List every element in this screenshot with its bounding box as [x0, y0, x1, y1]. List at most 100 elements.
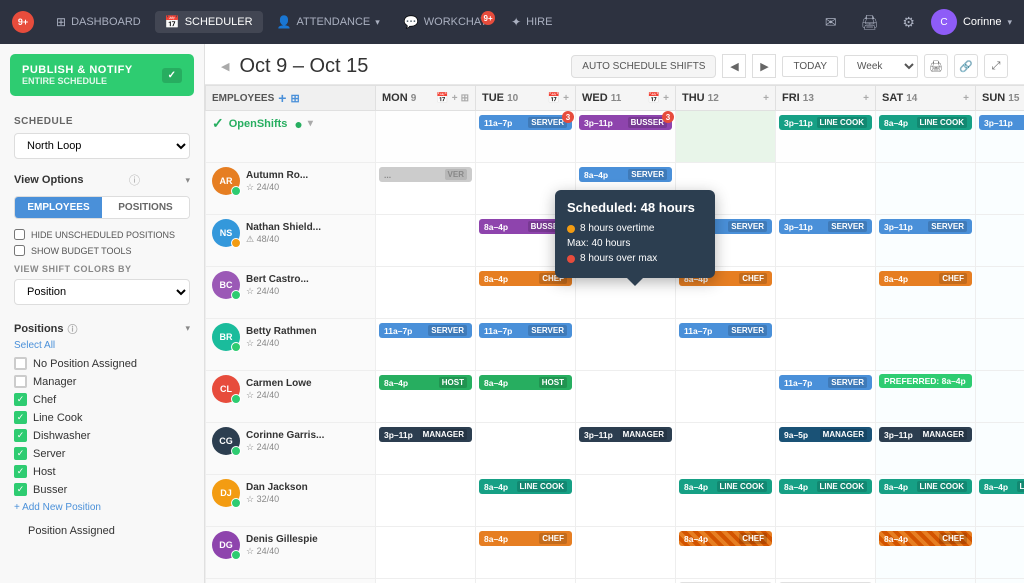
pos-checkbox-host[interactable]: ✓	[14, 465, 27, 478]
nav-workchat[interactable]: 💬 WORKCHAT 9+	[394, 11, 497, 33]
bert-mon[interactable]	[376, 267, 476, 319]
tue-calendar-icon[interactable]: 📅	[548, 93, 560, 104]
pos-checkbox-busser[interactable]: ✓	[14, 483, 27, 496]
mon-add-icon[interactable]: +	[452, 93, 458, 104]
shift-block[interactable]: 8a–4p SERVER	[579, 167, 672, 182]
view-options-header[interactable]: View Options ⓘ ▾	[0, 164, 204, 196]
open-shifts-tue[interactable]: 11a–7p SERVER 3	[476, 111, 576, 163]
autumn-sun[interactable]	[976, 163, 1024, 215]
pos-checkbox-chef[interactable]: ✓	[14, 393, 27, 406]
shift-block-tooltip-target[interactable]: 9a–5p MANAGER	[779, 427, 872, 442]
autumn-mon[interactable]: ... VER	[376, 163, 476, 215]
autumn-sat[interactable]	[876, 163, 976, 215]
auto-schedule-button[interactable]: AUTO SCHEDULE SHIFTS	[571, 55, 716, 78]
shift-block[interactable]: 11a–7p SERVER 3	[479, 115, 572, 130]
link-icon-button[interactable]: 🔗	[954, 54, 978, 78]
dan-sun[interactable]: 8a–4p LINE COOK	[976, 475, 1024, 527]
shift-block[interactable]: 8a–4p LINE COOK	[979, 479, 1024, 494]
bert-sat[interactable]: 8a–4p CHEF	[876, 267, 976, 319]
shift-block[interactable]: ... VER	[379, 167, 472, 182]
corinne-wed[interactable]: 3p–11p MANAGER	[576, 423, 676, 475]
corinne-thu[interactable]	[676, 423, 776, 475]
corinne-mon[interactable]: 3p–11p MANAGER	[376, 423, 476, 475]
open-shifts-chevron[interactable]: ▾	[308, 118, 313, 129]
carmen-fri[interactable]: 11a–7p SERVER	[776, 371, 876, 423]
betty-sat[interactable]	[876, 319, 976, 371]
shift-block[interactable]: 3p–11p MANAGER	[379, 427, 472, 442]
hide-unscheduled-checkbox[interactable]	[14, 229, 25, 240]
shift-block[interactable]: 8a–4p LINE COOK	[679, 479, 772, 494]
dan-sat[interactable]: 8a–4p LINE COOK	[876, 475, 976, 527]
mon-calendar-icon[interactable]: 📅	[436, 93, 448, 104]
select-all[interactable]: Select All	[14, 340, 190, 351]
nathan-fri[interactable]: 3p–11p SERVER	[776, 215, 876, 267]
corinne-tue[interactable]	[476, 423, 576, 475]
shift-block[interactable]: 8a–4p CHEF	[679, 531, 772, 546]
mon-grid-icon[interactable]: ⊞	[461, 93, 469, 104]
shift-block[interactable]: 3p–11p SERVER 2	[979, 115, 1024, 130]
betty-sun[interactable]	[976, 319, 1024, 371]
dan-mon[interactable]	[376, 475, 476, 527]
eddie-tue[interactable]: 3p–11p MANAGER	[476, 579, 576, 583]
eddie-sat[interactable]	[876, 579, 976, 583]
pos-checkbox-linecook[interactable]: ✓	[14, 411, 27, 424]
shift-block[interactable]: 8a–4p LINE COOK	[779, 479, 872, 494]
shift-block[interactable]: 11a–7p SERVER	[479, 323, 572, 338]
nathan-sat[interactable]: 3p–11p SERVER	[876, 215, 976, 267]
carmen-thu[interactable]	[676, 371, 776, 423]
shift-block[interactable]: 8a–4p CHEF	[879, 531, 972, 546]
betty-mon[interactable]: 11a–7p SERVER	[376, 319, 476, 371]
shift-block[interactable]: 8a–4p LINE COOK	[879, 479, 972, 494]
shift-block[interactable]: 3p–11p LINE COOK	[779, 115, 872, 130]
pos-checkbox-manager[interactable]	[14, 375, 27, 388]
add-employee-icon2[interactable]: ⊞	[290, 92, 299, 105]
denis-fri[interactable]	[776, 527, 876, 579]
fri-add-icon[interactable]: +	[863, 93, 869, 104]
denis-sun[interactable]	[976, 527, 1024, 579]
open-shifts-thu[interactable]	[676, 111, 776, 163]
shift-block[interactable]: 8a–4p HOST	[479, 375, 572, 390]
eddie-thu[interactable]: TIME OFF ALL DAY	[676, 579, 776, 583]
carmen-wed[interactable]	[576, 371, 676, 423]
open-shifts-fri[interactable]: 3p–11p LINE COOK	[776, 111, 876, 163]
nav-user[interactable]: C Corinne ▾	[931, 9, 1012, 35]
shift-block[interactable]: 3p–11p MANAGER	[579, 427, 672, 442]
betty-thu[interactable]: 11a–7p SERVER	[676, 319, 776, 371]
view-select[interactable]: Week	[844, 55, 918, 78]
carmen-tue[interactable]: 8a–4p HOST	[476, 371, 576, 423]
carmen-sun[interactable]	[976, 371, 1024, 423]
eddie-fri[interactable]: TIME OFF ALL DAY	[776, 579, 876, 583]
shift-block[interactable]: 3p–11p SERVER	[879, 219, 972, 234]
dan-thu[interactable]: 8a–4p LINE COOK	[676, 475, 776, 527]
shift-block[interactable]: 8a–4p LINE COOK	[879, 115, 972, 130]
print-schedule-button[interactable]: 🖨	[924, 54, 948, 78]
pos-checkbox-dishwasher[interactable]: ✓	[14, 429, 27, 442]
nav-hire[interactable]: ✦ HIRE	[501, 11, 562, 33]
wed-calendar-icon[interactable]: 📅	[648, 93, 660, 104]
betty-tue[interactable]: 11a–7p SERVER	[476, 319, 576, 371]
eddie-mon[interactable]: 3p–11p MANAGER	[376, 579, 476, 583]
corinne-sat[interactable]: 3p–11p MANAGER	[876, 423, 976, 475]
eddie-sun[interactable]: 8a–4p MANAGER	[976, 579, 1024, 583]
add-employee-icon[interactable]: +	[278, 90, 286, 106]
next-week-button[interactable]: ▶	[752, 54, 776, 78]
shift-block[interactable]: 11a–7p SERVER	[379, 323, 472, 338]
open-shifts-wed[interactable]: 3p–11p BUSSER 3	[576, 111, 676, 163]
location-select[interactable]: North Loop	[14, 133, 190, 159]
pos-checkbox-server[interactable]: ✓	[14, 447, 27, 460]
wed-add-icon[interactable]: +	[663, 93, 669, 104]
nathan-sun[interactable]	[976, 215, 1024, 267]
shift-block[interactable]: 3p–11p MANAGER	[879, 427, 972, 442]
betty-fri[interactable]	[776, 319, 876, 371]
dan-tue[interactable]: 8a–4p LINE COOK	[476, 475, 576, 527]
denis-thu[interactable]: 8a–4p CHEF	[676, 527, 776, 579]
expand-button[interactable]: ⤢	[984, 54, 1008, 78]
today-button[interactable]: TODAY	[782, 56, 838, 77]
open-shifts-sun[interactable]: 3p–11p SERVER 2	[976, 111, 1024, 163]
settings-icon[interactable]: ⚙	[894, 10, 923, 35]
positions-header[interactable]: Positions ⓘ ▾	[0, 313, 204, 340]
corinne-fri[interactable]: 9a–5p MANAGER Scheduled: 48 hours 8 hour…	[776, 423, 876, 475]
print-icon[interactable]: 🖨	[853, 10, 887, 35]
shift-block[interactable]: 11a–7p SERVER	[779, 375, 872, 390]
shift-block[interactable]: 8a–4p HOST	[379, 375, 472, 390]
